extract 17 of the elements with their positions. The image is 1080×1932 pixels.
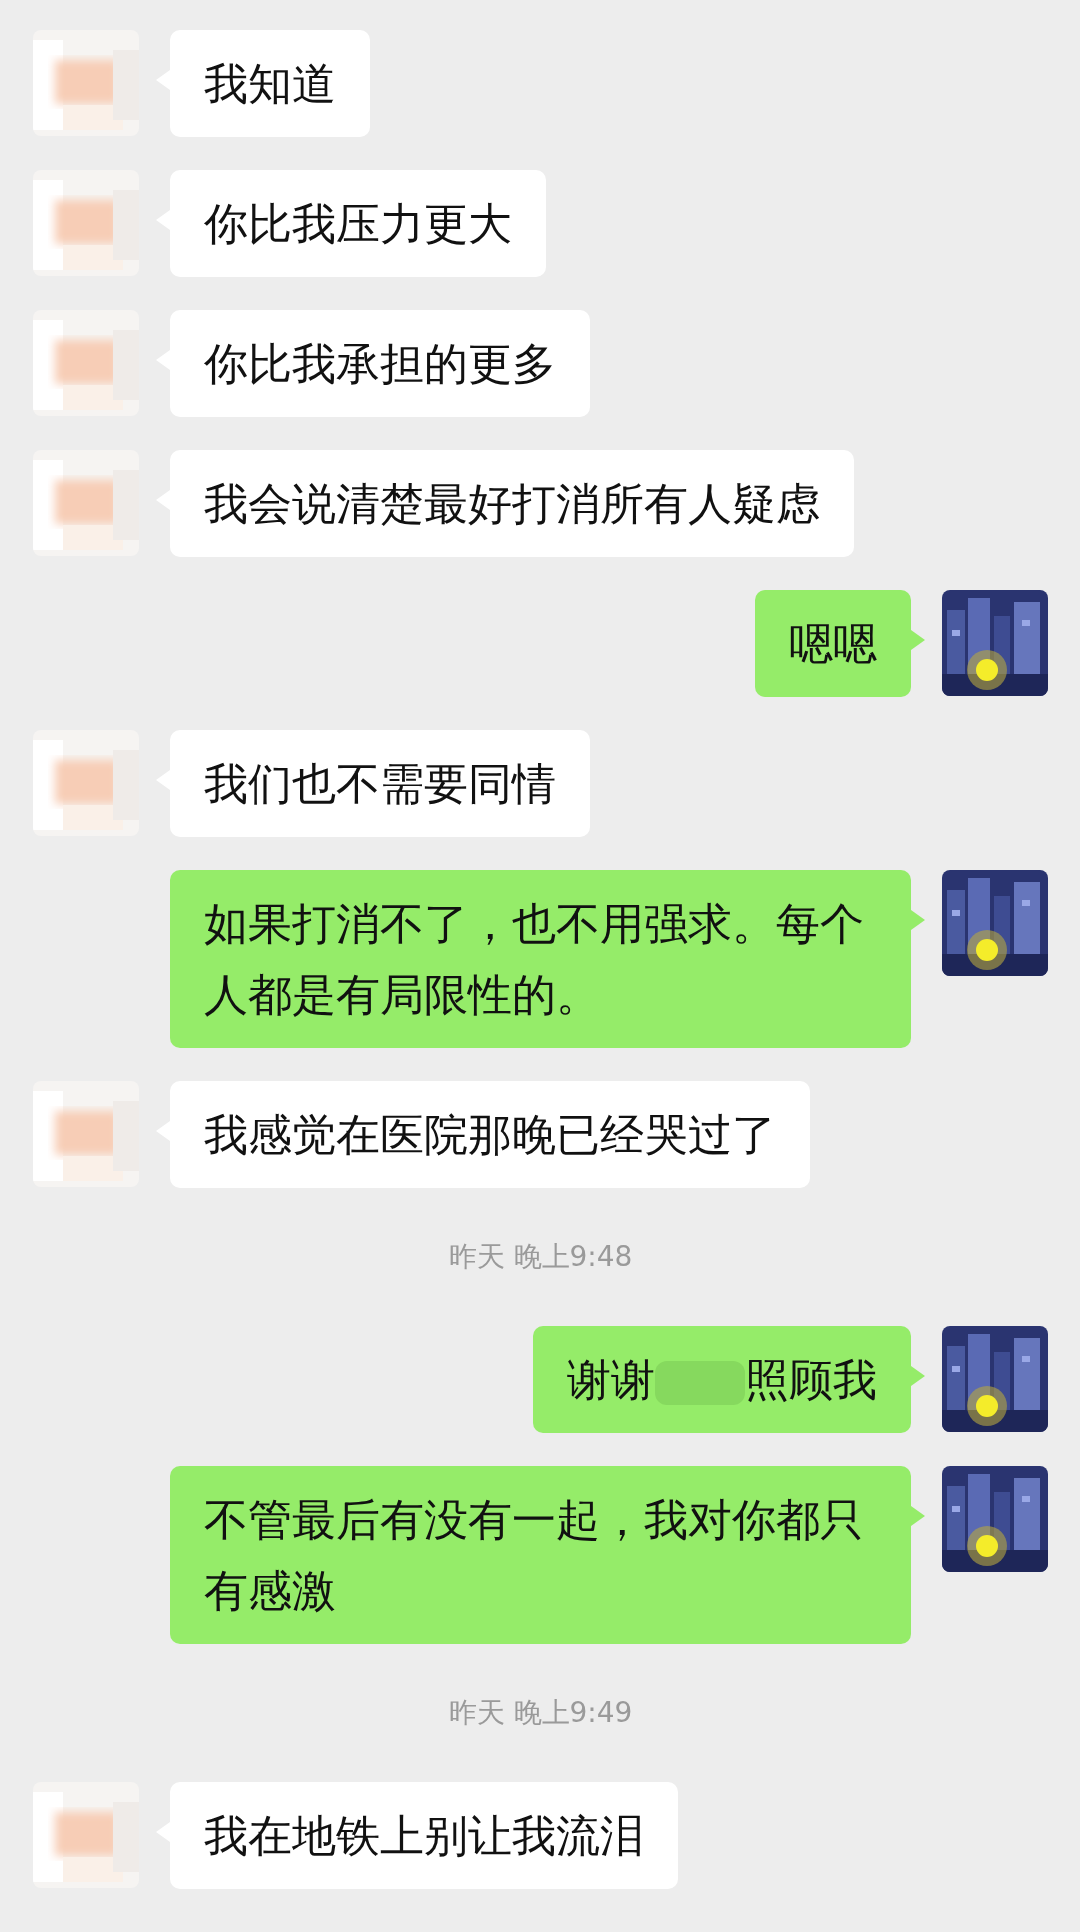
message-bubble: 我知道 xyxy=(170,30,370,137)
bubble-tail xyxy=(911,1506,925,1526)
bubble-tail xyxy=(911,910,925,930)
message-bubble: 我在地铁上别让我流泪 xyxy=(170,1782,678,1889)
message-bubble: 我感觉在医院那晚已经哭过了 xyxy=(170,1081,810,1188)
message-bubble: 谢谢 照顾我 xyxy=(533,1326,911,1433)
message-bubble: 如果打消不了，也不用强求。每个人都是有局限性的。 xyxy=(170,870,911,1048)
message-bubble: 你比我压力更大 xyxy=(170,170,546,277)
message-bubble: 不管最后有没有一起，我对你都只有感激 xyxy=(170,1466,911,1644)
message-bubble: 我们也不需要同情 xyxy=(170,730,590,837)
bubble-tail xyxy=(911,1366,925,1386)
bubble-tail xyxy=(911,630,925,650)
timestamp: 昨天 晚上9:49 xyxy=(448,1696,633,1729)
timestamp: 昨天 晚上9:48 xyxy=(448,1240,633,1273)
message-bubble: 你比我承担的更多 xyxy=(170,310,590,417)
message-bubble: 嗯嗯 xyxy=(755,590,911,697)
message-bubble: 我会说清楚最好打消所有人疑虑 xyxy=(170,450,854,557)
